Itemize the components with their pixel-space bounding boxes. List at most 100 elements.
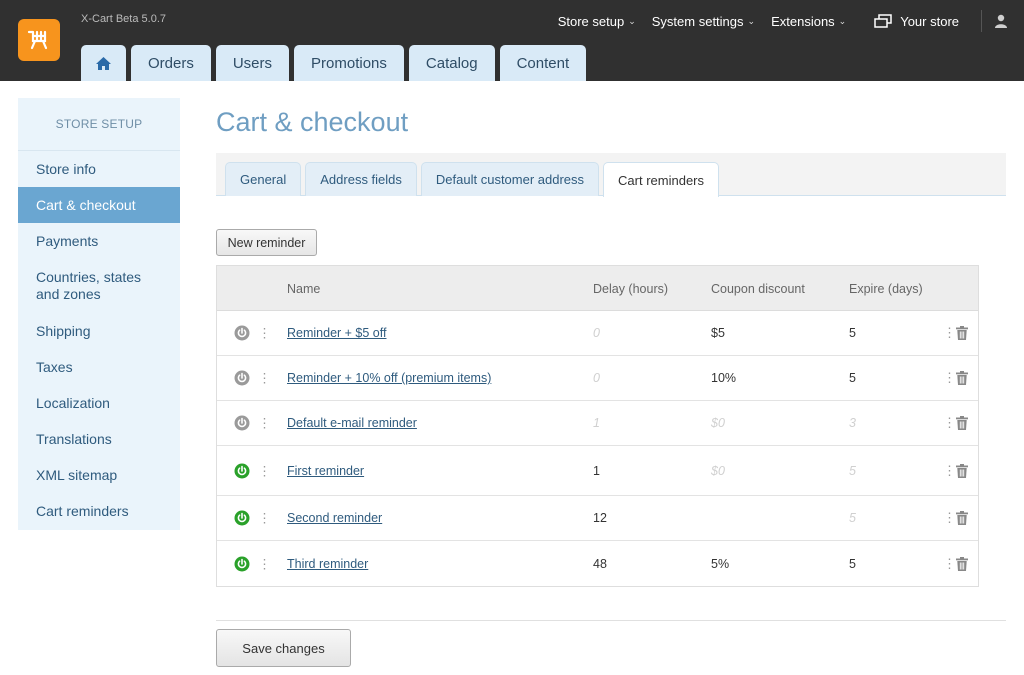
user-icon[interactable] (994, 14, 1008, 28)
tab-promotions[interactable]: Promotions (294, 45, 404, 81)
delay-value[interactable]: 1 (593, 464, 600, 478)
delay-value[interactable]: 0 (593, 326, 600, 340)
drag-handle-icon[interactable]: ⋮ (258, 372, 271, 385)
trash-icon[interactable] (956, 326, 968, 340)
save-changes-button[interactable]: Save changes (216, 629, 351, 667)
sidebar-item-payments[interactable]: Payments (18, 223, 180, 259)
sidebar-item-shipping[interactable]: Shipping (18, 313, 180, 349)
new-reminder-button[interactable]: New reminder (216, 229, 317, 256)
power-toggle-icon[interactable] (234, 556, 250, 572)
power-toggle-icon[interactable] (234, 370, 250, 386)
more-options-icon[interactable]: ⋮ (943, 510, 956, 526)
sidebar-item-cart-reminders[interactable]: Cart reminders (18, 493, 180, 529)
top-nav: Store setup ⌄ System settings ⌄ Extensio… (558, 0, 1024, 42)
more-options-icon[interactable]: ⋮ (943, 463, 956, 479)
table-row: ⋮ First reminder 1 $0 5 ⋮ (217, 446, 978, 496)
sidebar-item-translations[interactable]: Translations (18, 421, 180, 457)
tab-catalog[interactable]: Catalog (408, 45, 495, 81)
trash-icon[interactable] (956, 511, 968, 525)
drag-handle-icon[interactable]: ⋮ (258, 464, 271, 477)
your-store-link[interactable]: Your store (874, 14, 959, 29)
app-version: X-Cart Beta 5.0.7 (81, 13, 166, 25)
sidebar-item-localization[interactable]: Localization (18, 385, 180, 421)
tab-address-fields[interactable]: Address fields (305, 162, 417, 196)
coupon-value[interactable]: 5% (711, 557, 729, 571)
sidebar-heading: STORE SETUP (18, 98, 180, 151)
more-options-icon[interactable]: ⋮ (943, 556, 956, 572)
footer-divider (216, 620, 1006, 621)
expire-value[interactable]: 5 (849, 557, 856, 571)
reminder-name-link[interactable]: Second reminder (287, 511, 382, 525)
reminder-name-link[interactable]: Default e-mail reminder (287, 416, 417, 430)
table-row: ⋮ Third reminder 48 5% 5 ⋮ (217, 541, 978, 586)
expire-value[interactable]: 5 (849, 464, 856, 478)
tab-cart-reminders[interactable]: Cart reminders (603, 162, 719, 197)
trash-icon[interactable] (956, 371, 968, 385)
power-toggle-icon[interactable] (234, 415, 250, 431)
external-window-icon (874, 14, 892, 28)
coupon-value[interactable]: 10% (711, 371, 736, 385)
page-title: Cart & checkout (216, 107, 409, 137)
power-toggle-icon[interactable] (234, 325, 250, 341)
store-setup-sidebar: STORE SETUP Store info Cart & checkout P… (18, 98, 180, 530)
expire-value[interactable]: 5 (849, 511, 856, 525)
trash-icon[interactable] (956, 556, 968, 571)
table-row: ⋮ Default e-mail reminder 1 $0 3 ⋮ (217, 401, 978, 446)
drag-handle-icon[interactable]: ⋮ (258, 512, 271, 525)
coupon-value[interactable]: $5 (711, 326, 725, 340)
sidebar-item-store-info[interactable]: Store info (18, 151, 180, 187)
table-row: ⋮ Second reminder 12 5 ⋮ (217, 496, 978, 541)
trash-icon[interactable] (956, 416, 968, 430)
power-toggle-icon[interactable] (234, 463, 250, 479)
sidebar-item-xml-sitemap[interactable]: XML sitemap (18, 457, 180, 493)
your-store-label: Your store (900, 13, 959, 29)
cart-logo-icon (27, 30, 48, 50)
more-options-icon[interactable]: ⋮ (943, 370, 956, 386)
extensions-label: Extensions (771, 13, 835, 29)
extensions-menu[interactable]: Extensions ⌄ (771, 14, 846, 29)
reminder-name-link[interactable]: Reminder + 10% off (premium items) (287, 371, 491, 385)
more-options-icon[interactable]: ⋮ (943, 325, 956, 341)
drag-handle-icon[interactable]: ⋮ (258, 327, 271, 340)
delay-value[interactable]: 12 (593, 511, 607, 525)
tab-content[interactable]: Content (499, 45, 587, 81)
tab-orders[interactable]: Orders (131, 45, 211, 81)
home-icon (96, 56, 111, 70)
drag-handle-icon[interactable]: ⋮ (258, 557, 271, 570)
sidebar-item-countries[interactable]: Countries, states and zones (18, 259, 180, 313)
sidebar-item-taxes[interactable]: Taxes (18, 349, 180, 385)
expire-value[interactable]: 5 (849, 371, 856, 385)
reminder-name-link[interactable]: First reminder (287, 464, 364, 478)
tab-users[interactable]: Users (215, 45, 290, 81)
expire-value[interactable]: 3 (849, 416, 856, 430)
settings-tabs-bar: General Address fields Default customer … (216, 153, 1006, 197)
reminder-name-link[interactable]: Reminder + $5 off (287, 326, 386, 340)
store-setup-label: Store setup (557, 13, 625, 29)
xcart-logo[interactable] (18, 19, 60, 61)
reminder-name-link[interactable]: Third reminder (287, 557, 368, 571)
delay-value[interactable]: 48 (593, 557, 607, 571)
more-options-icon[interactable]: ⋮ (943, 415, 956, 431)
table-header: Name Delay (hours) Coupon discount Expir… (217, 266, 978, 311)
expire-value[interactable]: 5 (849, 326, 856, 340)
store-setup-menu[interactable]: Store setup ⌄ (558, 14, 636, 29)
header-delay[interactable]: Delay (hours) (593, 282, 668, 296)
trash-icon[interactable] (956, 463, 968, 478)
sidebar-item-cart-checkout[interactable]: Cart & checkout (18, 187, 180, 223)
header-coupon[interactable]: Coupon discount (711, 282, 805, 296)
delay-value[interactable]: 1 (593, 416, 600, 430)
nav-divider (981, 10, 982, 32)
table-row: ⋮ Reminder + $5 off 0 $5 5 ⋮ (217, 311, 978, 356)
header-name[interactable]: Name (287, 282, 320, 296)
coupon-value[interactable]: $0 (711, 416, 725, 430)
system-settings-menu[interactable]: System settings ⌄ (652, 14, 755, 29)
tab-general[interactable]: General (225, 162, 302, 196)
delay-value[interactable]: 0 (593, 371, 600, 385)
drag-handle-icon[interactable]: ⋮ (258, 417, 271, 430)
power-toggle-icon[interactable] (234, 510, 250, 526)
tab-home[interactable] (81, 45, 126, 81)
coupon-value[interactable]: $0 (711, 464, 725, 478)
tab-default-customer-address[interactable]: Default customer address (420, 162, 600, 196)
table-row: ⋮ Reminder + 10% off (premium items) 0 10% 5… (217, 356, 978, 401)
header-expire[interactable]: Expire (days) (849, 282, 923, 296)
